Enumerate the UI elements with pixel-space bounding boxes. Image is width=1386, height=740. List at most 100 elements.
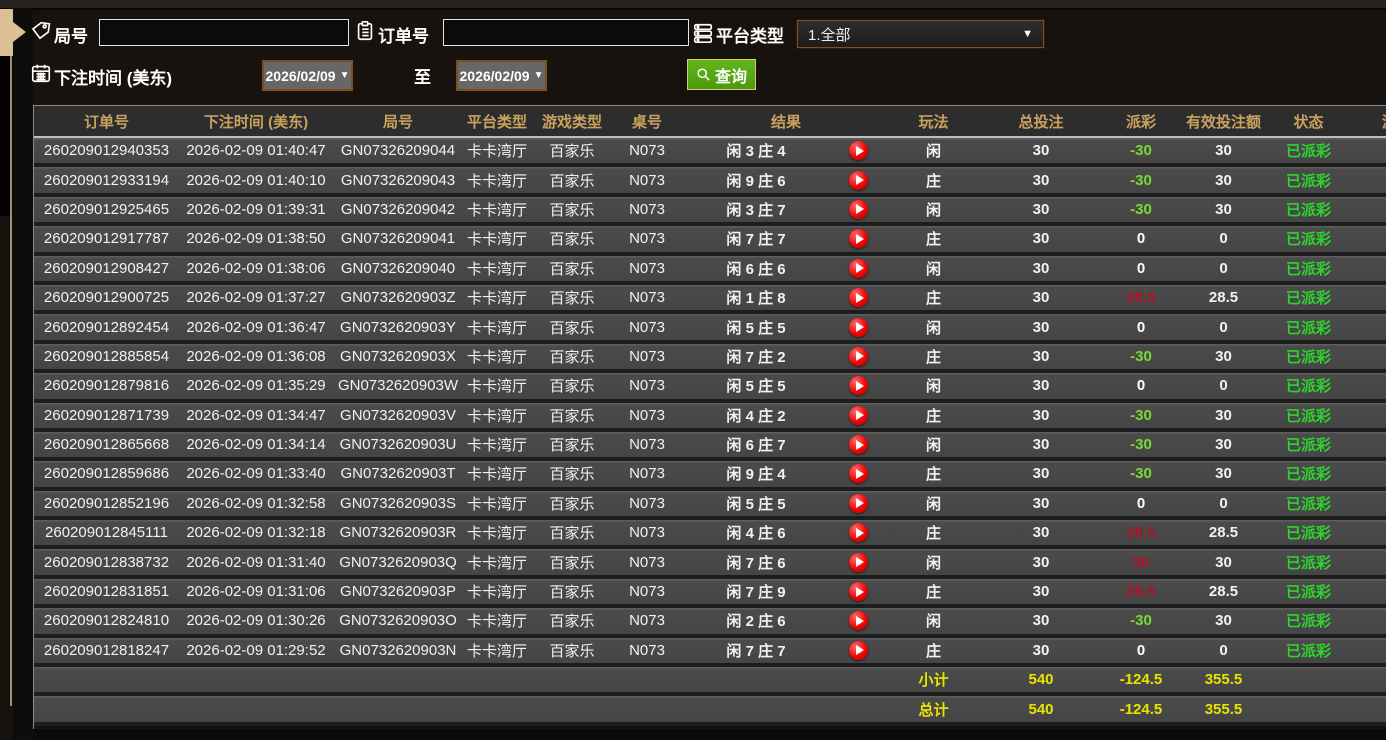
play-result-button[interactable] [849,376,868,396]
date-from-picker[interactable]: 2026/02/09 ▼ [262,60,353,91]
play-result-button[interactable] [849,464,868,484]
play-cell: 庄 [891,226,976,256]
game-type-cell: 百家乐 [531,255,613,285]
drawer-expand-handle[interactable] [0,9,26,56]
order-no-cell: 260209012865668 [34,431,179,462]
play-result-button[interactable] [849,611,868,631]
result-text: 闲 6 庄 6 [726,260,786,278]
play-result-button[interactable] [849,199,868,219]
round-no-input[interactable] [99,19,349,46]
table-no-cell: N073 [613,608,681,638]
platform-cell: 卡卡湾厅 [463,402,531,432]
total-label: 总计 [891,696,976,726]
platform-cell: 卡卡湾厅 [463,431,531,462]
left-rail [13,8,33,740]
play-result-button[interactable] [849,170,868,190]
platform-type-select[interactable]: 1.全部 ▼ [797,20,1044,48]
game-extra-cell [1346,608,1386,638]
platform-cell: 卡卡湾厅 [463,373,531,403]
result-cell: 闲 6 庄 6 [681,255,891,285]
table-row: 260209012865668 2026-02-09 01:34:14 GN07… [34,431,1386,462]
table-row: 260209012917787 2026-02-09 01:38:50 GN07… [34,226,1386,256]
table-row: 260209012831851 2026-02-09 01:31:06 GN07… [34,578,1386,609]
table-row: 260209012859686 2026-02-09 01:33:40 GN07… [34,461,1386,491]
total-bet-cell: 30 [976,343,1106,374]
total-bet-cell: 30 [976,461,1106,491]
game-type-cell: 百家乐 [531,167,613,197]
status-cell: 已派彩 [1271,490,1346,521]
platform-cell: 卡卡湾厅 [463,343,531,374]
table-row: 260209012871739 2026-02-09 01:34:47 GN07… [34,402,1386,432]
result-text: 闲 7 庄 9 [726,584,786,602]
total-bet-cell: 30 [976,314,1106,344]
play-result-button[interactable] [849,582,868,602]
platform-cell: 卡卡湾厅 [463,226,531,256]
subtotal-valid-bet: 355.5 [1176,667,1271,697]
order-no-input[interactable] [443,19,689,46]
play-result-button[interactable] [849,346,868,366]
bet-records-table: 订单号 下注时间 (美东) 局号 平台类型 游戏类型 桌号 结果 玩法 总投注 … [33,105,1386,729]
play-result-button[interactable] [849,493,868,513]
play-result-button[interactable] [849,640,868,660]
play-result-button[interactable] [849,141,868,161]
play-result-button[interactable] [849,288,868,308]
result-text: 闲 3 庄 4 [726,143,786,161]
play-cell: 庄 [891,402,976,432]
col-header-bet-time: 下注时间 (美东) [179,105,333,138]
play-result-button[interactable] [849,435,868,455]
bet-time-cell: 2026-02-09 01:40:10 [179,167,333,197]
bet-time-cell: 2026-02-09 01:40:47 [179,138,333,168]
play-result-button[interactable] [849,317,868,337]
order-no-label: 订单号 [378,27,429,46]
total-bet-cell: 30 [976,167,1106,197]
valid-bet-cell: 0 [1176,314,1271,344]
date-range-to-label: 至 [414,68,431,87]
payout-cell: 0 [1106,226,1176,256]
table-no-cell: N073 [613,637,681,668]
chevron-down-icon: ▼ [1022,28,1033,40]
magnifier-icon [696,67,711,82]
table-no-cell: N073 [613,490,681,521]
game-extra-cell [1346,637,1386,668]
order-no-cell: 260209012879816 [34,373,179,403]
game-type-cell: 百家乐 [531,138,613,168]
play-result-button[interactable] [849,405,868,425]
platform-type-label: 平台类型 [716,27,784,46]
result-cell: 闲 4 庄 2 [681,402,891,432]
order-no-cell: 260209012940353 [34,138,179,168]
round-no-cell: GN07326209040 [333,255,463,285]
total-valid-bet: 355.5 [1176,696,1271,726]
play-cell: 闲 [891,138,976,168]
round-no-cell: GN0732620903N [333,637,463,668]
game-extra-cell [1346,402,1386,432]
game-type-cell: 百家乐 [531,520,613,550]
game-type-cell: 百家乐 [531,373,613,403]
table-row: 260209012892454 2026-02-09 01:36:47 GN07… [34,314,1386,344]
total-row: 总计 540 -124.5 355.5 [34,696,1386,726]
play-result-button[interactable] [849,523,868,543]
round-no-cell: GN0732620903T [333,461,463,491]
bet-time-cell: 2026-02-09 01:34:47 [179,402,333,432]
round-no-cell: GN07326209044 [333,138,463,168]
platform-cell: 卡卡湾厅 [463,255,531,285]
result-cell: 闲 5 庄 5 [681,314,891,344]
table-row: 260209012852196 2026-02-09 01:32:58 GN07… [34,490,1386,521]
result-text: 闲 2 庄 6 [726,613,786,631]
game-extra-cell [1346,343,1386,374]
date-to-picker[interactable]: 2026/02/09 ▼ [456,60,547,91]
round-no-cell: GN07326209042 [333,196,463,227]
play-result-button[interactable] [849,552,868,572]
table-no-cell: N073 [613,138,681,168]
search-button[interactable]: 查询 [687,59,757,90]
col-header-result: 结果 [681,105,891,138]
play-result-button[interactable] [849,258,868,278]
table-no-cell: N073 [613,578,681,609]
bet-time-cell: 2026-02-09 01:38:50 [179,226,333,256]
payout-cell: 0 [1106,314,1176,344]
bet-time-cell: 2026-02-09 01:38:06 [179,255,333,285]
valid-bet-cell: 30 [1176,138,1271,168]
status-cell: 已派彩 [1271,549,1346,579]
tag-icon [30,20,52,42]
total-bet-cell: 30 [976,608,1106,638]
play-result-button[interactable] [849,229,868,249]
